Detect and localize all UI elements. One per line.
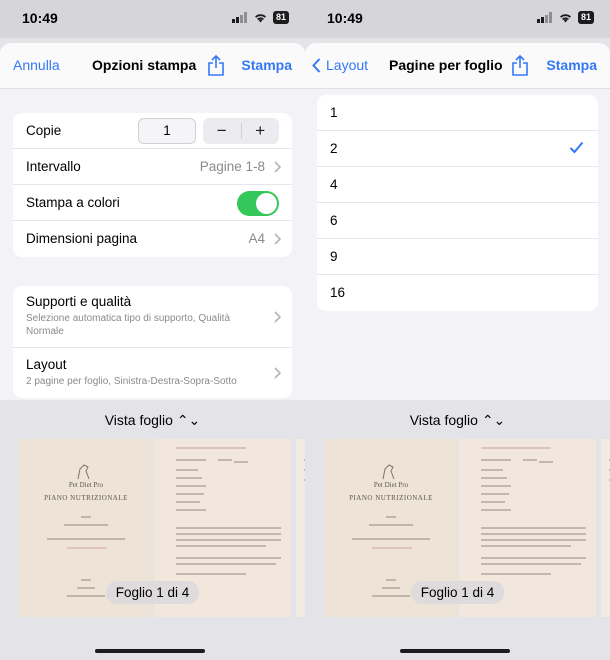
chevron-up-down-icon: ⌃⌄ [481,412,506,428]
pages-per-sheet-screen: 10:49 81 Layout Pagine per foglio Stampa… [305,0,610,660]
range-row[interactable]: Intervallo Pagine 1-8 [13,149,292,185]
layout-detail: 2 pagine per foglio, Sinistra-Destra-Sop… [26,376,237,387]
page-heading: PIANO NUTRIZIONALE [44,494,128,502]
checkmark-icon [569,141,584,154]
wifi-icon [254,14,266,23]
print-preview: Vista foglio ⌃⌄ Pet Diet Pro PIANO NUTRI… [0,400,305,660]
home-indicator[interactable] [400,649,510,653]
cancel-button[interactable]: Annulla [13,57,60,73]
media-layout-group: Supporti e qualità Selezione automatica … [13,286,292,398]
print-button[interactable]: Stampa [241,57,292,73]
share-icon[interactable] [511,55,529,76]
dog-logo-icon [77,464,90,480]
settings-group: Copie 1 − + Intervallo Pagine 1-8 Stampa… [13,113,292,257]
chevron-right-icon [274,367,281,379]
option-9[interactable]: 9 [317,239,598,275]
media-quality-label: Supporti e qualità [26,294,132,309]
color-print-toggle[interactable] [237,191,279,216]
page-title: Opzioni stampa [92,57,197,73]
copies-row: Copie 1 − + [13,113,292,149]
nav-bar: Annulla Opzioni stampa Stampa [0,43,305,89]
sheet-counter: Foglio 1 di 4 [105,581,200,604]
paper-size-value: A4 [248,231,265,246]
color-print-row: Stampa a colori [13,185,292,221]
chevron-right-icon [274,161,281,173]
print-options-screen: 10:49 81 Annulla Opzioni stampa Stampa C… [0,0,305,660]
wifi-icon [559,14,571,23]
option-16[interactable]: 16 [317,275,598,311]
chevron-up-down-icon: ⌃⌄ [176,412,201,428]
battery-icon: 81 [577,11,594,24]
copies-stepper[interactable]: − + [203,118,279,144]
chevron-left-icon [312,57,321,73]
option-1[interactable]: 1 [317,95,598,131]
status-time: 10:49 [327,10,363,26]
chevron-right-icon [274,233,281,245]
signal-icon [536,12,552,23]
layout-row[interactable]: Layout 2 pagine per foglio, Sinistra-Des… [13,348,292,398]
back-button[interactable]: Layout [312,57,368,73]
decrement-button[interactable]: − [203,118,241,144]
signal-icon [231,12,247,23]
page-brand: Pet Diet Pro [373,481,409,489]
print-options-sheet: Annulla Opzioni stampa Stampa Copie 1 − … [0,43,305,400]
media-quality-row[interactable]: Supporti e qualità Selezione automatica … [13,286,292,348]
pages-per-sheet-list: 1 2 4 6 9 16 [317,95,598,311]
print-button[interactable]: Stampa [546,57,597,73]
status-bar: 10:49 81 [0,0,305,38]
sheet-counter: Foglio 1 di 4 [410,581,505,604]
range-label: Intervallo [26,159,81,174]
status-bar: 10:49 81 [305,0,610,38]
status-time: 10:49 [22,10,58,26]
media-quality-detail: Selezione automatica tipo di supporto, Q… [26,313,231,337]
print-preview: Vista foglio ⌃⌄ Pet Diet Pro PIANO NUTRI… [305,400,610,660]
sheet-view-toggle[interactable]: Vista foglio ⌃⌄ [305,412,610,429]
sheet-view-toggle[interactable]: Vista foglio ⌃⌄ [0,412,305,429]
copies-input[interactable]: 1 [138,118,196,144]
color-print-label: Stampa a colori [26,195,120,210]
page-brand: Pet Diet Pro [68,481,104,489]
paper-size-row[interactable]: Dimensioni pagina A4 [13,221,292,257]
option-4[interactable]: 4 [317,167,598,203]
dog-logo-icon [382,464,395,480]
battery-icon: 81 [272,11,289,24]
increment-button[interactable]: + [242,118,280,144]
page-title: Pagine per foglio [389,57,503,73]
range-value: Pagine 1-8 [199,159,265,174]
option-2[interactable]: 2 [317,131,598,167]
paper-size-label: Dimensioni pagina [26,231,138,246]
home-indicator[interactable] [95,649,205,653]
copies-label: Copie [26,123,62,138]
option-6[interactable]: 6 [317,203,598,239]
layout-label: Layout [26,357,67,372]
nav-bar: Layout Pagine per foglio Stampa [305,43,610,89]
share-icon[interactable] [207,55,225,76]
pages-per-sheet-sheet: Layout Pagine per foglio Stampa 1 2 4 6 … [305,43,610,400]
page-heading: PIANO NUTRIZIONALE [349,494,433,502]
chevron-right-icon [274,311,281,323]
